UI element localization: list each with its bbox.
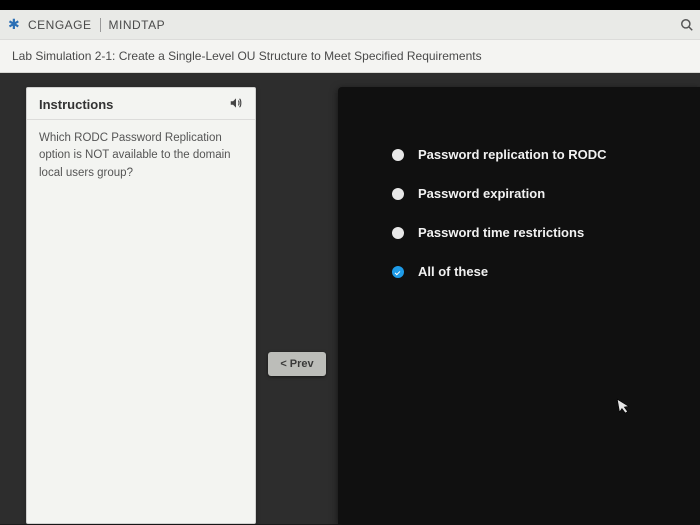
radio-icon: [392, 188, 404, 200]
option-password-expiration[interactable]: Password expiration: [392, 186, 682, 201]
option-label: Password expiration: [418, 186, 545, 201]
top-black-strip: [0, 0, 700, 10]
search-icon[interactable]: [680, 18, 694, 35]
cengage-logo-icon: [8, 18, 22, 32]
cursor-icon: [616, 396, 634, 421]
question-text: Which RODC Password Replication option i…: [27, 120, 255, 192]
nav-column: < Prev: [268, 87, 326, 524]
option-label: All of these: [418, 264, 488, 279]
option-all-of-these[interactable]: All of these: [392, 264, 682, 279]
brand-mindtap: MINDTAP: [109, 18, 166, 32]
prev-button[interactable]: < Prev: [268, 352, 326, 376]
option-password-replication[interactable]: Password replication to RODC: [392, 147, 682, 162]
simulation-area: Password replication to RODC Password ex…: [338, 87, 700, 524]
instructions-panel: Instructions Which RODC Password Replica…: [26, 87, 256, 524]
lab-title: Lab Simulation 2-1: Create a Single-Leve…: [0, 40, 700, 73]
brand-cengage: CENGAGE: [28, 18, 92, 32]
brand-divider: [100, 18, 101, 32]
option-time-restrictions[interactable]: Password time restrictions: [392, 225, 682, 240]
radio-icon-selected: [392, 266, 404, 278]
option-label: Password replication to RODC: [418, 147, 607, 162]
workspace: Instructions Which RODC Password Replica…: [0, 73, 700, 524]
radio-icon: [392, 227, 404, 239]
option-label: Password time restrictions: [418, 225, 584, 240]
brand-bar: CENGAGE MINDTAP: [0, 10, 700, 40]
sound-icon[interactable]: [227, 96, 245, 113]
radio-icon: [392, 149, 404, 161]
instructions-header: Instructions: [27, 88, 255, 120]
instructions-title: Instructions: [39, 97, 113, 112]
